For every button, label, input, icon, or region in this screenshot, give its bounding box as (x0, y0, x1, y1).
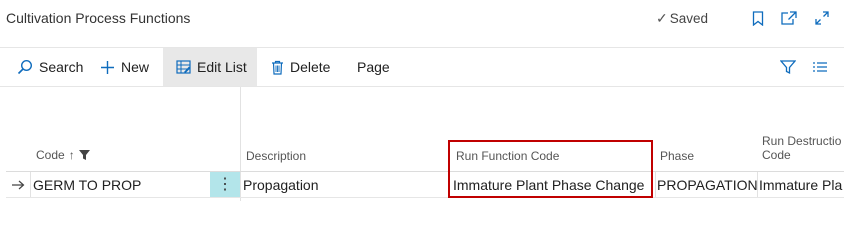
expand-icon[interactable] (812, 8, 832, 28)
cell-run-destruction-code[interactable]: Immature Pla (759, 172, 844, 197)
run-destruction-header-line2: Code (762, 148, 791, 162)
row-actions-button[interactable]: ⋮ (210, 172, 240, 197)
row-selected-arrow-icon (11, 172, 25, 197)
column-header-phase[interactable]: Phase (660, 149, 694, 163)
bookmark-icon[interactable] (748, 8, 768, 28)
cell-divider (757, 172, 758, 197)
run-destruction-header-line1: Run Destructio (762, 134, 842, 148)
cell-phase[interactable]: PROPAGATION (657, 172, 758, 197)
saved-label: Saved (669, 11, 709, 26)
new-button[interactable]: New (100, 48, 149, 86)
page-label: Page (357, 59, 390, 75)
column-header-run-destruction-code[interactable]: Run Destructio Code (762, 134, 841, 162)
edit-list-icon (176, 60, 191, 74)
search-label: Search (39, 59, 84, 75)
list-icon (813, 62, 827, 72)
more-options-icon: ⋮ (217, 175, 233, 193)
check-icon: ✓ (656, 10, 668, 26)
sort-ascending-icon: ↑ (68, 148, 75, 162)
page-menu-button[interactable]: Page (357, 48, 390, 86)
cell-run-function-code[interactable]: Immature Plant Phase Change (453, 172, 653, 197)
filter-icon (780, 60, 796, 75)
column-header-run-function-code[interactable]: Run Function Code (456, 149, 559, 163)
page-title: Cultivation Process Functions (6, 10, 191, 26)
plus-icon (101, 60, 114, 74)
column-header-code[interactable]: Code ↑ (36, 148, 90, 162)
cell-divider (655, 172, 656, 197)
delete-label: Delete (290, 59, 331, 75)
column-header-description[interactable]: Description (246, 149, 306, 163)
saved-status: ✓ Saved (656, 10, 708, 27)
toolbar-divider (0, 86, 844, 87)
new-label: New (121, 59, 150, 75)
row-bottom-divider (6, 197, 844, 198)
trash-icon (272, 60, 283, 75)
search-button[interactable]: Search (17, 48, 83, 86)
list-view-button[interactable] (812, 48, 834, 86)
search-icon (17, 59, 33, 75)
action-bar: Search New Edit List Delete Page (0, 48, 844, 86)
edit-list-label: Edit List (197, 59, 247, 75)
code-header-label: Code (36, 148, 65, 162)
edit-list-button[interactable]: Edit List (163, 48, 257, 86)
filter-button[interactable] (780, 48, 802, 86)
open-in-new-window-icon[interactable] (779, 8, 799, 28)
cell-description[interactable]: Propagation (243, 172, 443, 197)
delete-button[interactable]: Delete (271, 48, 330, 86)
row-divider (30, 172, 31, 197)
cell-code[interactable]: GERM TO PROP (33, 172, 208, 197)
filter-applied-icon (78, 150, 90, 160)
